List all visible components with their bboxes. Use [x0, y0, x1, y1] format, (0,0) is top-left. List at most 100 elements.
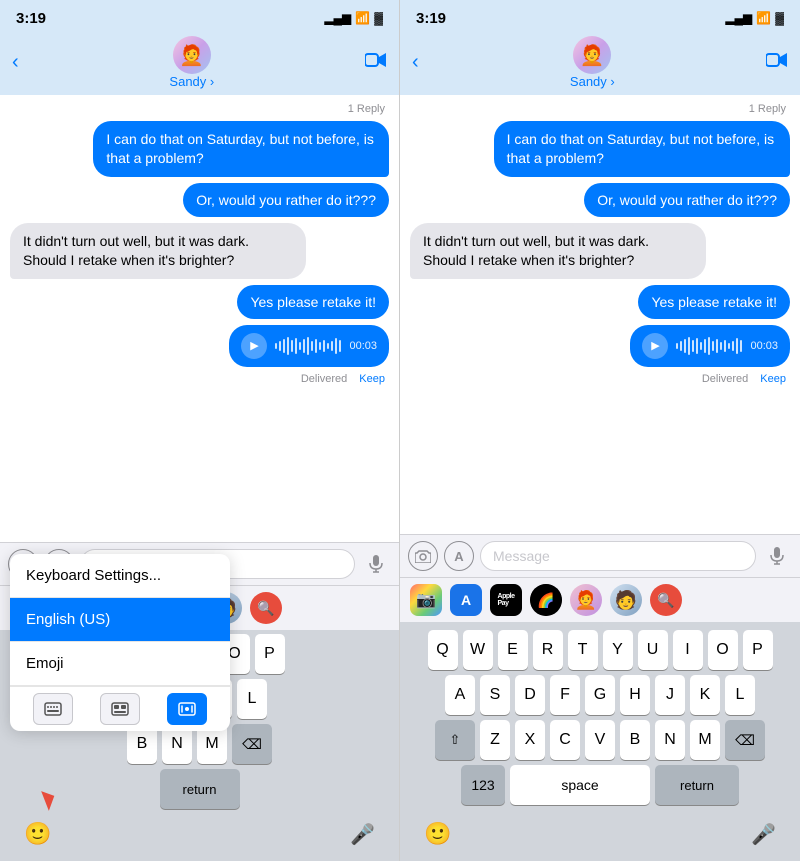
key-p-r[interactable]: P — [743, 630, 773, 670]
signal-icon-right: ▂▄▆ — [725, 11, 752, 25]
appstore-app-icon-right[interactable]: A — [450, 584, 482, 616]
key-z[interactable]: Z — [480, 720, 510, 760]
message-bubble-1-left: I can do that on Saturday, but not befor… — [93, 121, 389, 177]
key-q[interactable]: Q — [428, 630, 458, 670]
battery-icon-left: ▓ — [374, 11, 383, 25]
keep-button-right[interactable]: Keep — [760, 373, 786, 385]
key-return-right[interactable]: return — [655, 765, 739, 805]
signal-icon-left: ▂▄▆ — [324, 11, 351, 25]
bottom-bar-right: 🙂 🎤 — [400, 813, 800, 861]
key-s[interactable]: S — [480, 675, 510, 715]
rainbow-icon-right[interactable]: 🌈 — [530, 584, 562, 616]
popup-keyboard-row — [10, 686, 230, 731]
wifi-icon-right: 📶 — [756, 11, 771, 25]
contact-name-right[interactable]: Sandy — [570, 74, 615, 89]
key-l-r[interactable]: L — [725, 675, 755, 715]
right-panel: 3:19 ▂▄▆ 📶 ▓ ‹ 🧑‍🦰 Sandy 1 Reply I can d… — [400, 0, 800, 861]
key-k-r[interactable]: K — [690, 675, 720, 715]
key-b[interactable]: B — [620, 720, 650, 760]
delivery-row-left: Delivered Keep — [10, 373, 389, 385]
photos-app-icon-right[interactable]: 📷 — [410, 584, 442, 616]
applepay-icon-right[interactable]: ApplePay — [490, 584, 522, 616]
search-icon-left[interactable]: 🔍 — [250, 592, 282, 624]
kb-icon-2[interactable] — [100, 693, 140, 725]
key-p[interactable]: P — [255, 634, 285, 674]
kb-row-4: 123 space return — [404, 765, 796, 805]
key-123-right[interactable]: 123 — [461, 765, 505, 805]
camera-icon-right[interactable] — [408, 541, 438, 571]
key-delete-left[interactable]: ⌫ — [232, 724, 272, 764]
key-j-r[interactable]: J — [655, 675, 685, 715]
key-o-r[interactable]: O — [708, 630, 738, 670]
key-x[interactable]: X — [515, 720, 545, 760]
audio-duration-right: 00:03 — [750, 340, 778, 352]
message-bubble-4-right: Yes please retake it! — [638, 285, 790, 319]
kb-icon-1[interactable] — [33, 693, 73, 725]
message-bubble-4-left: Yes please retake it! — [237, 285, 389, 319]
audio-waveform-left — [275, 336, 341, 356]
app-store-icon-right[interactable]: A — [444, 541, 474, 571]
key-c[interactable]: C — [550, 720, 580, 760]
nav-center-right: 🧑‍🦰 Sandy — [570, 36, 615, 89]
messages-area-right: 1 Reply I can do that on Saturday, but n… — [400, 95, 800, 534]
message-placeholder-right: Message — [493, 548, 550, 564]
video-button-right[interactable] — [766, 52, 788, 73]
emoji-button-left[interactable]: 🙂 — [24, 821, 51, 847]
key-g[interactable]: G — [585, 675, 615, 715]
search-icon-right[interactable]: 🔍 — [650, 584, 682, 616]
keep-button-left[interactable]: Keep — [359, 373, 385, 385]
key-w[interactable]: W — [463, 630, 493, 670]
audio-icon-right[interactable] — [762, 541, 792, 571]
audio-bubble-left: ▶ 00:03 — [229, 325, 389, 367]
message-bubble-3-right: It didn't turn out well, but it was dark… — [410, 223, 706, 279]
message-input-right[interactable]: Message — [480, 541, 756, 571]
popup-english-us[interactable]: English (US) — [10, 598, 230, 642]
key-a[interactable]: A — [445, 675, 475, 715]
audio-play-button-left[interactable]: ▶ — [241, 333, 267, 359]
kb-icon-3[interactable] — [167, 693, 207, 725]
arrow-indicator — [38, 793, 52, 809]
key-h-r[interactable]: H — [620, 675, 650, 715]
emoji-button-right[interactable]: 🙂 — [424, 821, 451, 847]
status-time-right: 3:19 — [416, 10, 446, 27]
message-bubble-2-left: Or, would you rather do it??? — [183, 183, 389, 217]
message-bubble-2-right: Or, would you rather do it??? — [584, 183, 790, 217]
key-i-r[interactable]: I — [673, 630, 703, 670]
key-t[interactable]: T — [568, 630, 598, 670]
key-m-r[interactable]: M — [690, 720, 720, 760]
audio-icon-left[interactable] — [361, 549, 391, 579]
mic-button-left[interactable]: 🎤 — [350, 822, 375, 847]
key-u-r[interactable]: U — [638, 630, 668, 670]
contact-name-left[interactable]: Sandy — [169, 74, 214, 89]
nav-bar-left: ‹ 🧑‍🦰 Sandy — [0, 32, 399, 95]
battery-icon-right: ▓ — [775, 11, 784, 25]
key-l[interactable]: L — [237, 679, 267, 719]
status-bar-right: 3:19 ▂▄▆ 📶 ▓ — [400, 0, 800, 32]
key-y-r[interactable]: Y — [603, 630, 633, 670]
mic-button-right[interactable]: 🎤 — [751, 822, 776, 847]
key-space-right[interactable]: space — [510, 765, 650, 805]
audio-play-button-right[interactable]: ▶ — [642, 333, 668, 359]
key-r[interactable]: R — [533, 630, 563, 670]
message-bubble-3-left: It didn't turn out well, but it was dark… — [10, 223, 306, 279]
key-return-left[interactable]: return — [160, 769, 240, 809]
popup-emoji[interactable]: Emoji — [10, 642, 230, 686]
key-v[interactable]: V — [585, 720, 615, 760]
audio-duration-left: 00:03 — [349, 340, 377, 352]
delivery-row-right: Delivered Keep — [410, 373, 790, 385]
key-f[interactable]: F — [550, 675, 580, 715]
key-shift-right[interactable]: ⇧ — [435, 720, 475, 760]
key-n-r[interactable]: N — [655, 720, 685, 760]
nav-center-left: 🧑‍🦰 Sandy — [169, 36, 214, 89]
popup-keyboard-settings[interactable]: Keyboard Settings... — [10, 554, 230, 598]
avatar2-icon-right[interactable]: 🧑 — [610, 584, 642, 616]
svg-text:🌈: 🌈 — [537, 591, 554, 609]
back-button-right[interactable]: ‹ — [412, 51, 419, 74]
key-e[interactable]: E — [498, 630, 528, 670]
key-d[interactable]: D — [515, 675, 545, 715]
keyboard-right: Q W E R T Y U I O P A S D F G H J K — [400, 622, 800, 813]
video-button-left[interactable] — [365, 52, 387, 73]
avatar1-icon-right[interactable]: 🧑‍🦰 — [570, 584, 602, 616]
key-delete-right[interactable]: ⌫ — [725, 720, 765, 760]
back-button-left[interactable]: ‹ — [12, 51, 19, 74]
